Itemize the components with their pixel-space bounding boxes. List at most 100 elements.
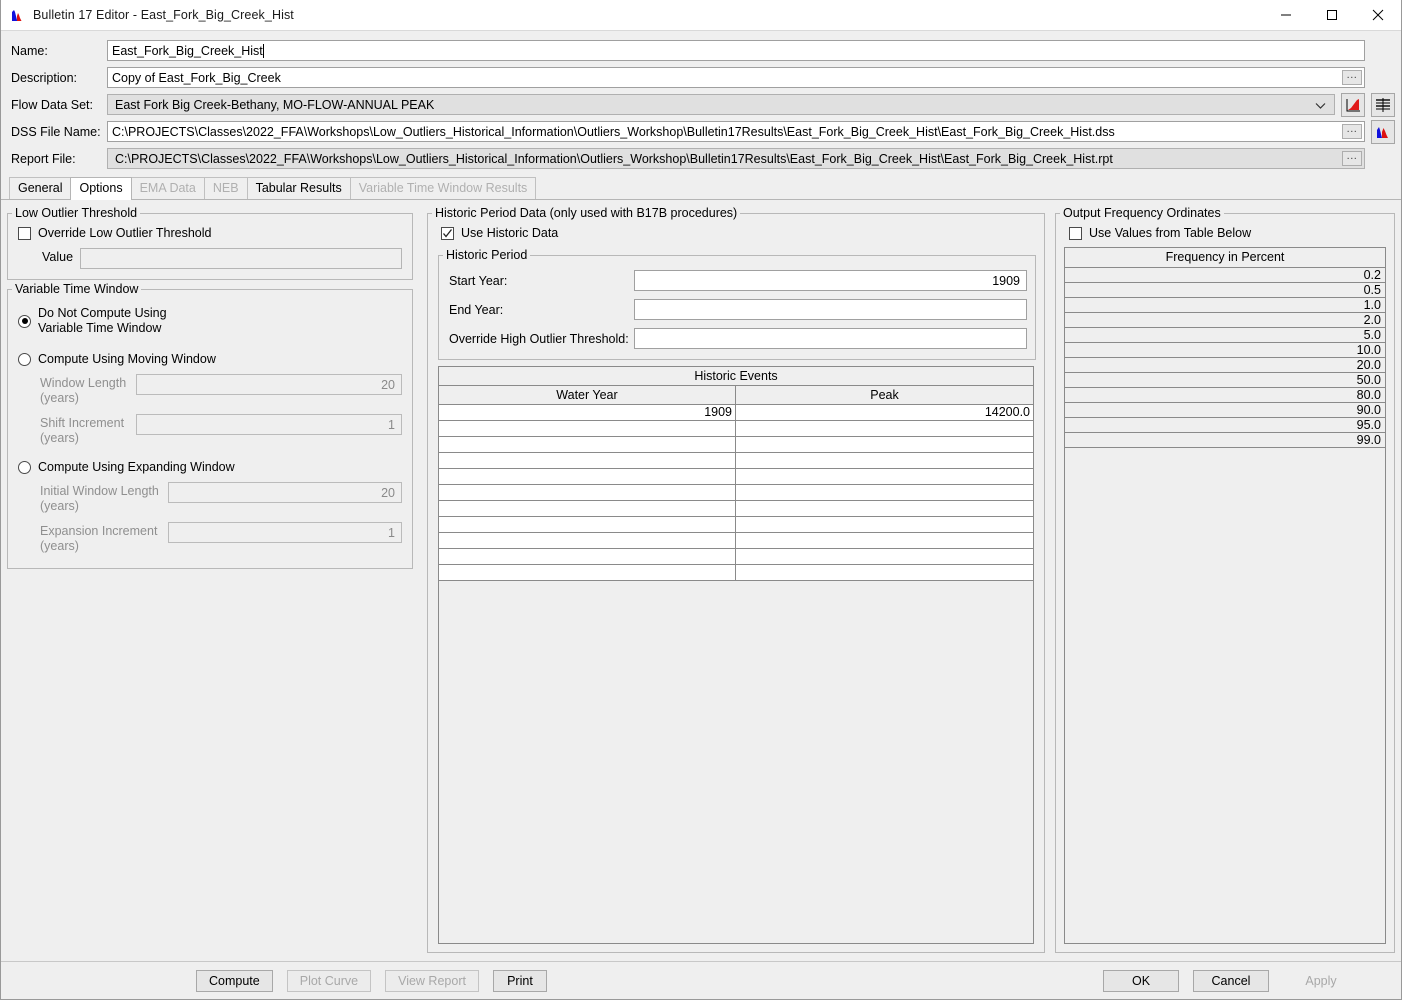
plot-curve-icon-button[interactable] — [1341, 92, 1365, 117]
tab-general[interactable]: General — [9, 177, 72, 199]
cell-water-year[interactable]: 1909 — [439, 405, 736, 420]
frequency-row[interactable]: 1.0 — [1065, 298, 1385, 313]
cell-peak[interactable] — [736, 453, 1033, 468]
cell-water-year[interactable] — [439, 501, 736, 516]
cell-water-year[interactable] — [439, 421, 736, 436]
minimize-icon[interactable] — [1263, 0, 1309, 31]
histogram-icon-button[interactable] — [1371, 119, 1395, 144]
frequency-row[interactable]: 90.0 — [1065, 403, 1385, 418]
frequency-table-title: Frequency in Percent — [1065, 248, 1385, 268]
cell-water-year[interactable] — [439, 437, 736, 452]
override-low-outlier-checkbox[interactable] — [18, 226, 31, 240]
ok-button[interactable]: OK — [1103, 969, 1179, 992]
cancel-button[interactable]: Cancel — [1193, 969, 1269, 992]
description-input[interactable]: Copy of East_Fork_Big_Creek ... — [107, 67, 1365, 88]
override-high-outlier-row: Override High Outlier Threshold: — [449, 328, 1027, 349]
end-year-input[interactable] — [634, 299, 1027, 320]
report-file-input[interactable]: C:\PROJECTS\Classes\2022_FFA\Workshops\L… — [107, 148, 1365, 169]
table-row[interactable] — [439, 437, 1033, 453]
cell-peak[interactable] — [736, 517, 1033, 532]
override-low-outlier-label: Override Low Outlier Threshold — [38, 226, 212, 240]
frequency-row[interactable]: 0.2 — [1065, 268, 1385, 283]
apply-button: Apply — [1305, 973, 1337, 988]
name-input-value: East_Fork_Big_Creek_Hist — [112, 43, 263, 58]
frequency-row[interactable]: 95.0 — [1065, 418, 1385, 433]
table-row[interactable] — [439, 469, 1033, 485]
cell-peak[interactable] — [736, 549, 1033, 564]
frequency-row[interactable]: 0.5 — [1065, 283, 1385, 298]
dss-file-browse-button[interactable]: ... — [1342, 124, 1362, 139]
close-icon[interactable] — [1355, 0, 1401, 31]
table-row[interactable] — [439, 533, 1033, 549]
cell-water-year[interactable] — [439, 485, 736, 500]
print-button[interactable]: Print — [492, 969, 547, 992]
name-input[interactable]: East_Fork_Big_Creek_Hist — [107, 40, 1365, 61]
expansion-increment-label-text: Expansion Increment — [40, 524, 158, 538]
cell-peak[interactable] — [736, 565, 1033, 580]
cell-water-year[interactable] — [439, 533, 736, 548]
cell-peak[interactable] — [736, 485, 1033, 500]
table-row[interactable]: 1909 14200.0 — [439, 405, 1033, 421]
low-outlier-threshold-title: Low Outlier Threshold — [15, 206, 138, 220]
use-values-from-table-checkbox[interactable] — [1069, 226, 1082, 240]
low-outlier-value-input[interactable] — [80, 248, 402, 269]
table-row[interactable] — [439, 501, 1033, 517]
table-row[interactable] — [439, 421, 1033, 437]
expanding-window-radio[interactable] — [18, 460, 31, 474]
moving-window-radio[interactable] — [18, 352, 31, 366]
frequency-row[interactable]: 20.0 — [1065, 358, 1385, 373]
cell-peak[interactable] — [736, 421, 1033, 436]
table-row[interactable] — [439, 453, 1033, 469]
cell-peak[interactable] — [736, 469, 1033, 484]
tab-tabular-results[interactable]: Tabular Results — [246, 177, 351, 199]
use-historic-data-checkbox[interactable] — [441, 226, 454, 240]
frequency-row[interactable]: 99.0 — [1065, 433, 1385, 448]
chevron-down-icon — [1315, 98, 1326, 112]
use-historic-data-row[interactable]: Use Historic Data — [441, 226, 1036, 240]
cell-peak[interactable] — [736, 501, 1033, 516]
cell-water-year[interactable] — [439, 549, 736, 564]
expansion-increment-row: Expansion Increment (years) 1 — [18, 522, 402, 554]
dss-file-value: C:\PROJECTS\Classes\2022_FFA\Workshops\L… — [112, 124, 1115, 139]
report-file-browse-button[interactable]: ... — [1342, 151, 1362, 166]
cell-peak[interactable] — [736, 533, 1033, 548]
expanding-window-radio-row[interactable]: Compute Using Expanding Window — [18, 460, 402, 474]
column-header-peak[interactable]: Peak — [736, 386, 1033, 404]
do-not-compute-radio[interactable] — [18, 314, 31, 328]
frequency-row[interactable]: 80.0 — [1065, 388, 1385, 403]
low-outlier-value-label: Value — [42, 250, 74, 264]
override-low-outlier-row[interactable]: Override Low Outlier Threshold — [18, 226, 402, 240]
maximize-icon[interactable] — [1309, 0, 1355, 31]
historic-period-data-group: Historic Period Data (only used with B17… — [427, 206, 1045, 953]
table-row[interactable] — [439, 565, 1033, 581]
cell-water-year[interactable] — [439, 453, 736, 468]
cell-peak[interactable] — [736, 437, 1033, 452]
cell-peak[interactable]: 14200.0 — [736, 405, 1033, 420]
table-row[interactable] — [439, 517, 1033, 533]
start-year-input[interactable]: 1909 — [634, 270, 1027, 291]
expansion-increment-units: (years) — [40, 539, 79, 553]
frequency-row[interactable]: 2.0 — [1065, 313, 1385, 328]
column-header-water-year[interactable]: Water Year — [439, 386, 736, 404]
plot-curve-button: Plot Curve — [286, 969, 372, 992]
flow-data-set-combo[interactable]: East Fork Big Creek-Bethany, MO-FLOW-ANN… — [107, 94, 1335, 115]
compute-button[interactable]: Compute — [196, 969, 273, 992]
description-browse-button[interactable]: ... — [1342, 70, 1362, 85]
table-row[interactable] — [439, 549, 1033, 565]
dss-file-input[interactable]: C:\PROJECTS\Classes\2022_FFA\Workshops\L… — [107, 121, 1365, 142]
table-row[interactable] — [439, 485, 1033, 501]
do-not-compute-radio-row[interactable]: Do Not Compute Using Variable Time Windo… — [18, 306, 402, 336]
tab-options[interactable]: Options — [70, 177, 132, 200]
cell-water-year[interactable] — [439, 565, 736, 580]
moving-window-radio-row[interactable]: Compute Using Moving Window — [18, 352, 402, 366]
frequency-row[interactable]: 5.0 — [1065, 328, 1385, 343]
tabular-results-icon-button[interactable] — [1371, 92, 1395, 117]
frequency-row[interactable]: 50.0 — [1065, 373, 1385, 388]
use-values-from-table-label: Use Values from Table Below — [1089, 226, 1252, 240]
cell-water-year[interactable] — [439, 517, 736, 532]
override-high-outlier-input[interactable] — [634, 328, 1027, 349]
do-not-compute-label: Do Not Compute Using Variable Time Windo… — [38, 306, 167, 336]
cell-water-year[interactable] — [439, 469, 736, 484]
frequency-row[interactable]: 10.0 — [1065, 343, 1385, 358]
use-values-from-table-row[interactable]: Use Values from Table Below — [1069, 226, 1386, 240]
